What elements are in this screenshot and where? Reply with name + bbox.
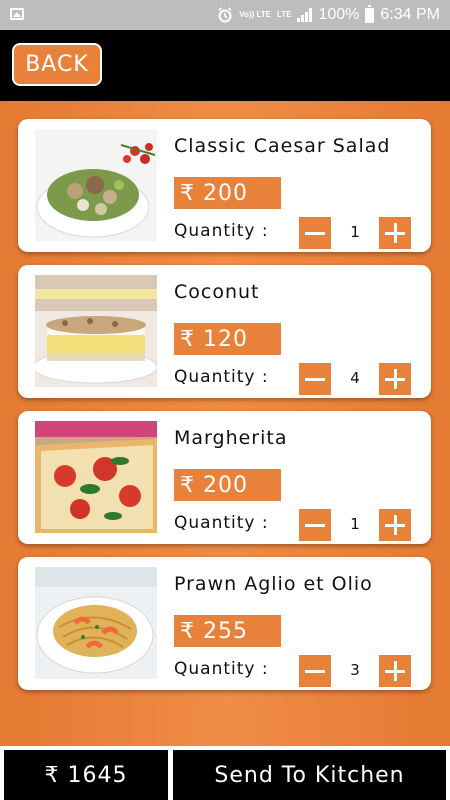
app-bar: BACK bbox=[0, 30, 450, 101]
coconut-cake-photo bbox=[35, 275, 157, 387]
prawn-pasta-photo bbox=[35, 567, 157, 679]
margherita-pizza-photo bbox=[35, 421, 157, 533]
lte-indicator: LTE bbox=[276, 10, 292, 19]
gallery-notification-icon bbox=[10, 8, 24, 20]
volte-indicator: Vo)) LTE bbox=[239, 10, 271, 19]
bottom-bar: ₹ 1645 Send To Kitchen bbox=[0, 746, 450, 800]
minus-icon bbox=[305, 231, 325, 235]
minus-icon bbox=[305, 669, 325, 673]
status-indicators: Vo)) LTE LTE 100% 6:34 PM bbox=[217, 0, 440, 30]
price-badge: ₹ 255 bbox=[174, 615, 281, 647]
price-badge: ₹ 120 bbox=[174, 323, 281, 355]
quantity-label: Quantity : bbox=[174, 367, 269, 387]
dish-name: Margherita bbox=[174, 427, 288, 449]
cart-item-card: Margherita ₹ 200 Quantity : 1 bbox=[18, 411, 431, 544]
cart-item-card: Classic Caesar Salad ₹ 200 Quantity : 1 bbox=[18, 119, 431, 252]
decrease-quantity-button[interactable] bbox=[299, 509, 331, 541]
cart-item-card: Prawn Aglio et Olio ₹ 255 Quantity : 3 bbox=[18, 557, 431, 690]
quantity-value: 3 bbox=[350, 661, 360, 679]
signal-icon bbox=[297, 8, 313, 22]
quantity-label: Quantity : bbox=[174, 221, 269, 241]
dish-name: Coconut bbox=[174, 281, 260, 303]
quantity-label: Quantity : bbox=[174, 659, 269, 679]
caesar-salad-photo bbox=[35, 129, 157, 241]
price-badge: ₹ 200 bbox=[174, 177, 281, 209]
increase-quantity-button[interactable] bbox=[379, 655, 411, 687]
status-bar: Vo)) LTE LTE 100% 6:34 PM bbox=[0, 0, 450, 30]
minus-icon bbox=[305, 377, 325, 381]
alarm-icon bbox=[218, 7, 232, 23]
order-total: ₹ 1645 bbox=[4, 750, 168, 800]
increase-quantity-button[interactable] bbox=[379, 509, 411, 541]
back-button[interactable]: BACK bbox=[12, 43, 102, 86]
minus-icon bbox=[305, 523, 325, 527]
increase-quantity-button[interactable] bbox=[379, 363, 411, 395]
quantity-value: 1 bbox=[350, 223, 360, 241]
decrease-quantity-button[interactable] bbox=[299, 655, 331, 687]
quantity-value: 1 bbox=[350, 515, 360, 533]
dish-name: Classic Caesar Salad bbox=[174, 135, 391, 157]
quantity-value: 4 bbox=[350, 369, 360, 387]
cart-list[interactable]: Classic Caesar Salad ₹ 200 Quantity : 1 … bbox=[0, 101, 450, 746]
price-badge: ₹ 200 bbox=[174, 469, 281, 501]
dish-name: Prawn Aglio et Olio bbox=[174, 573, 373, 595]
send-to-kitchen-button[interactable]: Send To Kitchen bbox=[173, 750, 446, 800]
cart-item-card: Coconut ₹ 120 Quantity : 4 bbox=[18, 265, 431, 398]
battery-percent: 100% bbox=[318, 6, 360, 23]
decrease-quantity-button[interactable] bbox=[299, 217, 331, 249]
quantity-label: Quantity : bbox=[174, 513, 269, 533]
clock: 6:34 PM bbox=[380, 6, 440, 23]
decrease-quantity-button[interactable] bbox=[299, 363, 331, 395]
increase-quantity-button[interactable] bbox=[379, 217, 411, 249]
battery-icon bbox=[365, 4, 375, 23]
